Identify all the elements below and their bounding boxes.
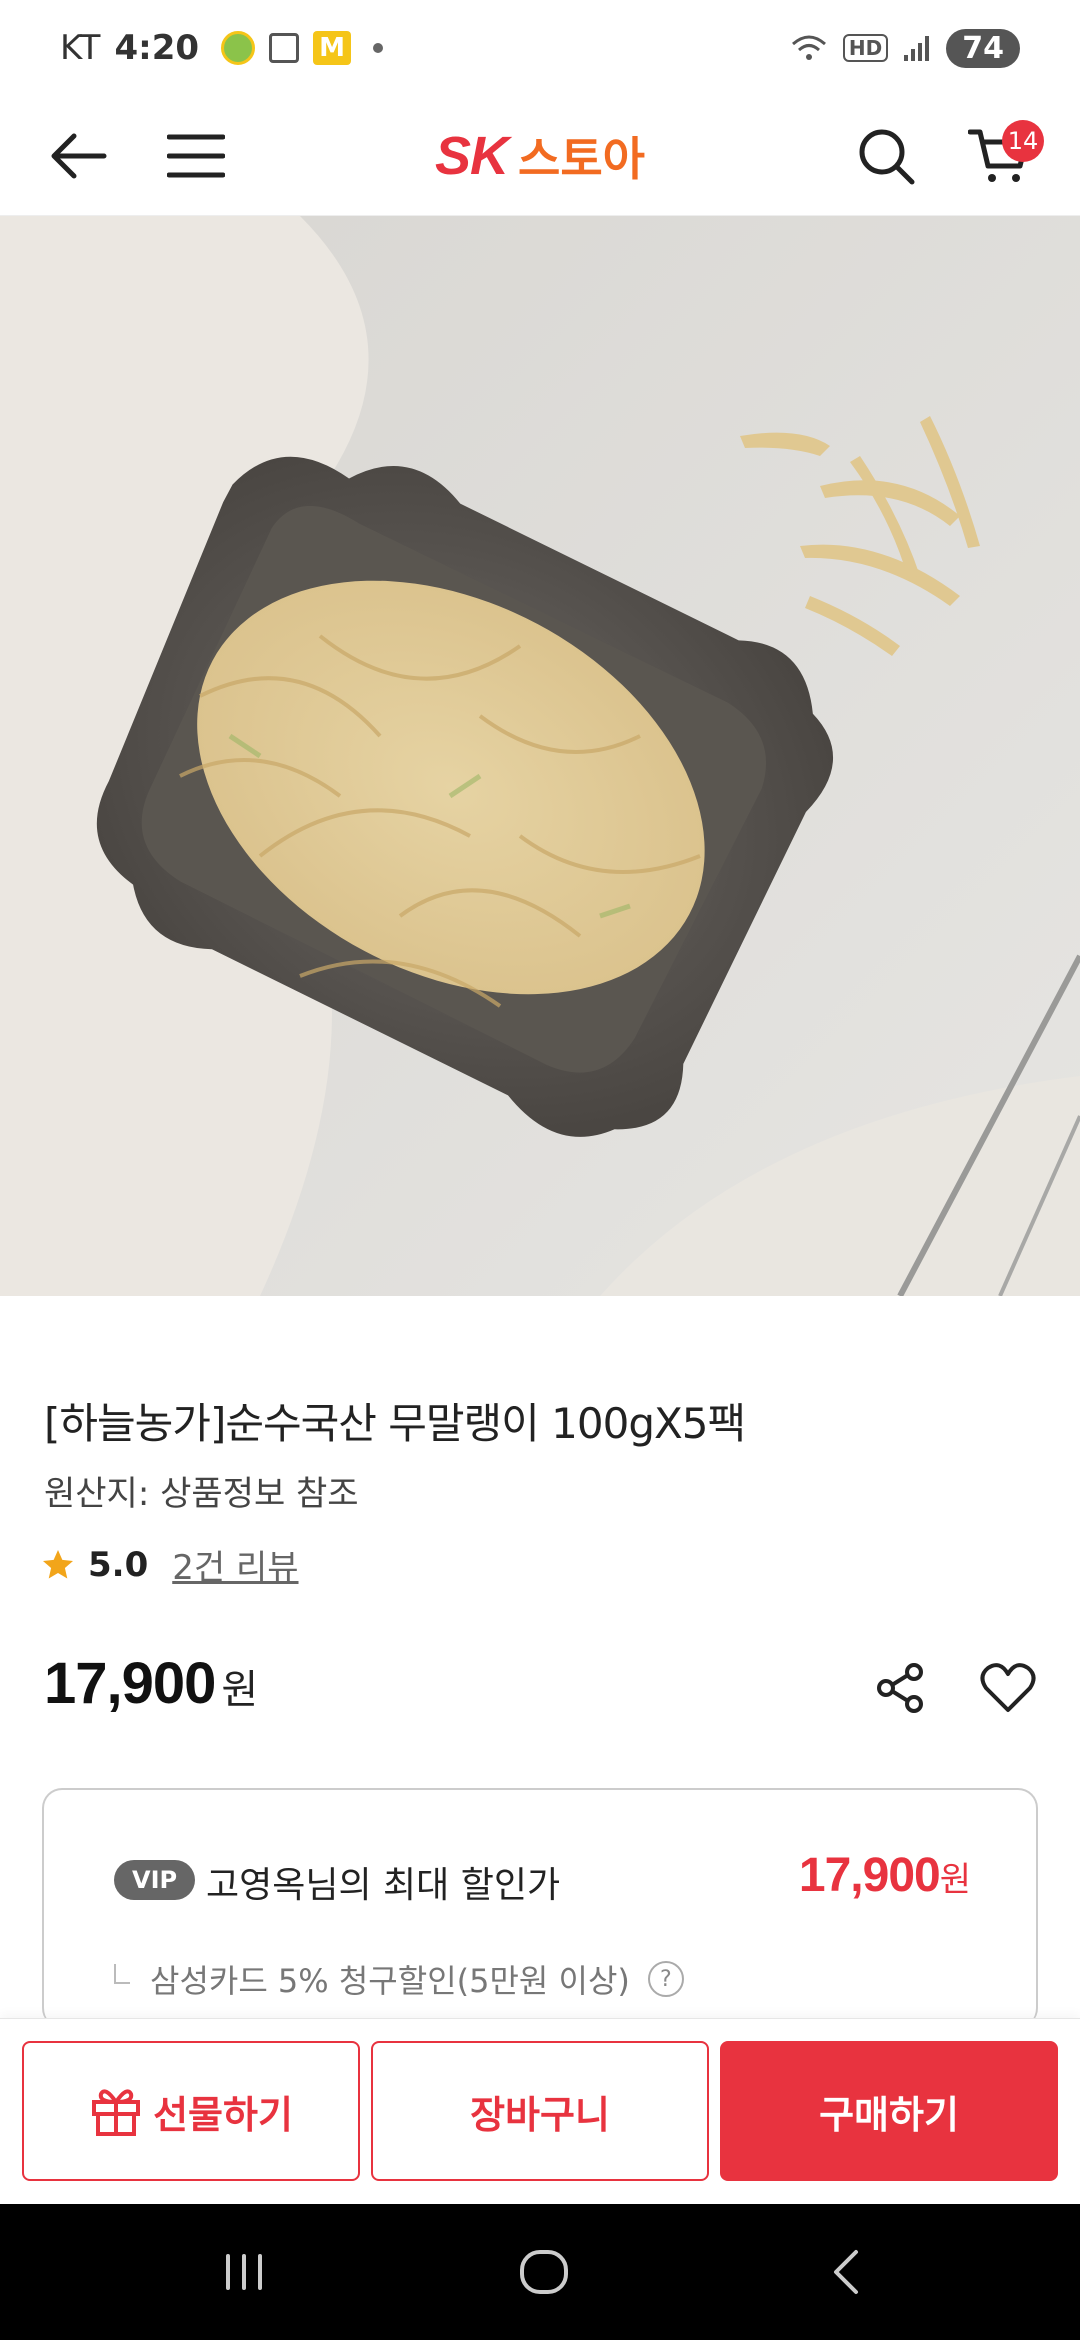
search-icon	[859, 129, 915, 184]
m-app-icon: M	[313, 31, 352, 65]
menu-button[interactable]	[156, 116, 236, 196]
hd-voice-icon: HD	[842, 34, 889, 62]
cart-count-badge: 14	[1002, 119, 1044, 162]
purchase-action-bar: 선물하기 장바구니 구매하기	[0, 2018, 1080, 2204]
system-nav-bar	[0, 2204, 1080, 2340]
tree-corner	[114, 1964, 130, 1984]
rating-score: 5.0	[88, 1544, 149, 1585]
back-nav-icon[interactable]	[818, 2242, 878, 2302]
battery-indicator: 74	[946, 28, 1020, 68]
share-button[interactable]	[870, 1658, 930, 1718]
dried-radish-photo	[0, 216, 1080, 1296]
vip-price-value: 17,900	[798, 1849, 941, 1902]
star-icon	[43, 1549, 73, 1578]
vip-badge: VIP	[114, 1860, 196, 1900]
signal-icon	[904, 36, 930, 61]
vip-price: 17,900원	[798, 1848, 971, 1903]
app-header: SK 스토아 14	[0, 96, 1080, 216]
status-bar: KT 4:20 M HD 74	[0, 0, 1080, 96]
logo-sk: SK	[435, 125, 509, 186]
product-origin: 원산지: 상품정보 참조	[44, 1474, 359, 1514]
wishlist-button[interactable]	[978, 1658, 1038, 1718]
add-to-cart-button[interactable]: 장바구니	[371, 2041, 709, 2181]
hamburger-icon	[167, 134, 225, 177]
price-row: 17,900 원	[44, 1650, 258, 1717]
back-button[interactable]	[38, 116, 118, 196]
buy-label: 구매하기	[819, 2092, 959, 2137]
search-button[interactable]	[846, 116, 926, 196]
cart-label: 장바구니	[470, 2092, 610, 2137]
recent-apps-icon[interactable]	[214, 2242, 274, 2302]
wifi-icon	[791, 35, 826, 60]
product-price: 17,900	[44, 1651, 216, 1716]
heart-icon	[980, 1663, 1036, 1712]
carrier-label: KT	[60, 28, 101, 68]
vip-discount-label: 고영옥님의 최대 할인가	[206, 1865, 561, 1906]
price-currency: 원	[221, 1667, 259, 1713]
buy-now-button[interactable]: 구매하기	[720, 2041, 1058, 2181]
notification-square-icon	[269, 33, 300, 63]
vip-price-currency: 원	[939, 1860, 971, 1900]
discount-panel: VIP 고영옥님의 최대 할인가 17,900원 삼성카드 5% 청구할인(5만…	[42, 1788, 1038, 2028]
review-count-link[interactable]: 2건 리뷰	[172, 1540, 298, 1589]
logo-stoa: 스토아	[518, 131, 645, 186]
help-icon[interactable]: ?	[647, 1961, 684, 1997]
sk-stoa-logo[interactable]: SK 스토아	[435, 123, 645, 189]
card-offer-row: 삼성카드 5% 청구할인(5만원 이상) ?	[114, 1956, 684, 2002]
rating-row: 5.0 2건 리뷰	[40, 1540, 299, 1589]
card-offer-text: 삼성카드 5% 청구할인(5만원 이상)	[150, 1962, 630, 2000]
gift-button[interactable]: 선물하기	[22, 2041, 360, 2181]
gift-label: 선물하기	[153, 2092, 293, 2137]
more-notifications-dot	[373, 43, 384, 53]
product-title: [하늘농가]순수국산 무말랭이 100gX5팩	[44, 1399, 746, 1448]
product-image[interactable]	[0, 216, 1080, 1296]
home-icon[interactable]	[514, 2242, 574, 2302]
clock: 4:20	[114, 28, 200, 68]
back-arrow-icon	[51, 133, 107, 178]
cart-button[interactable]: 14	[960, 116, 1044, 196]
gift-icon	[92, 2089, 141, 2136]
app-notification-icon	[221, 31, 256, 65]
share-icon	[877, 1663, 923, 1713]
